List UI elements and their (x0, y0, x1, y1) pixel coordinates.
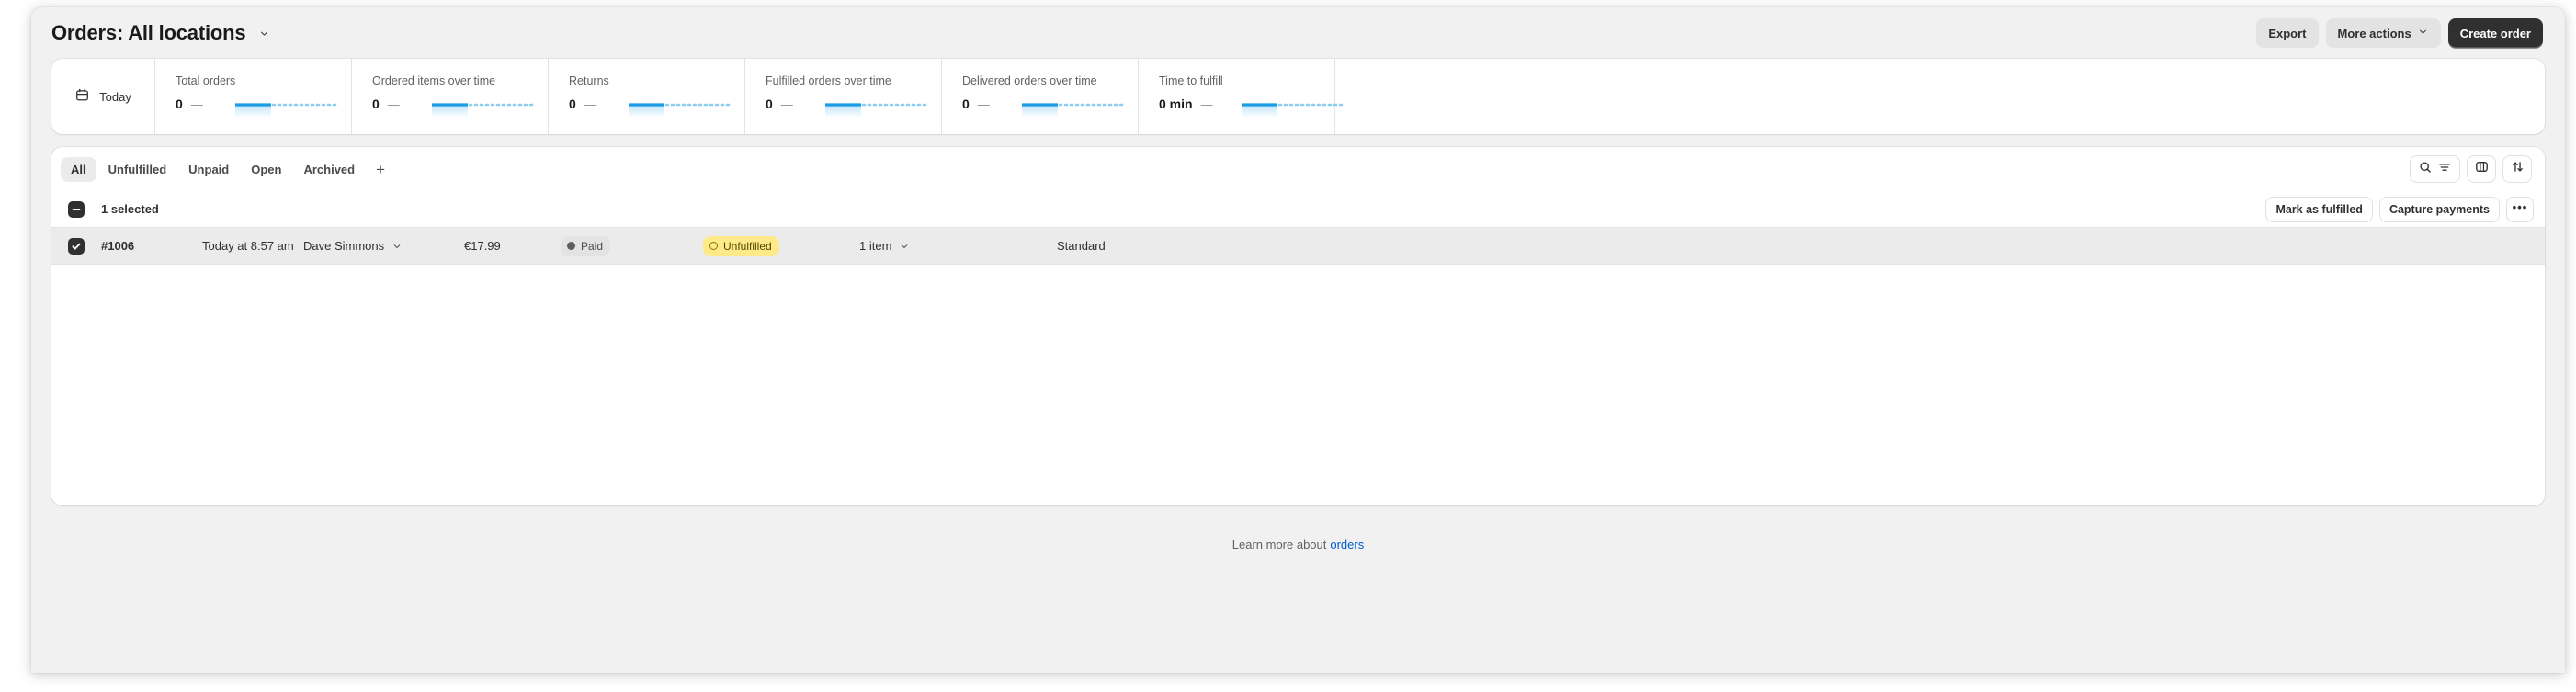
metric-label: Delivered orders over time (962, 74, 1138, 88)
search-icon (2418, 160, 2433, 179)
metric-delivered-orders-over-time[interactable]: Delivered orders over time 0 — (941, 59, 1138, 134)
edit-columns-button[interactable] (2467, 155, 2496, 183)
export-button[interactable]: Export (2256, 18, 2318, 48)
sort-button[interactable] (2502, 155, 2532, 183)
tab-archived[interactable]: Archived (293, 157, 365, 182)
cell-delivery-method: Standard (1057, 239, 2528, 253)
metric-value: 0 (962, 96, 970, 111)
metric-value: 0 min (1159, 96, 1193, 111)
cell-customer: Dave Simmons (303, 239, 464, 253)
bulk-actions-right: Mark as fulfilled Capture payments ••• (2265, 197, 2534, 222)
date-range-label: Today (99, 90, 131, 104)
sparkline-chart (1022, 97, 1125, 118)
tab-unpaid[interactable]: Unpaid (178, 157, 239, 182)
row-checkbox-cell (68, 238, 101, 255)
sparkline-chart (432, 97, 535, 118)
fulfillment-status-label: Unfulfilled (723, 238, 772, 255)
tabs-row: All Unfulfilled Unpaid Open Archived + (51, 147, 2545, 191)
metric-delta: — (978, 98, 990, 110)
chevron-down-icon[interactable] (254, 23, 274, 43)
metric-delta: — (388, 98, 400, 110)
tab-unfulfilled[interactable]: Unfulfilled (98, 157, 177, 182)
table-row[interactable]: #1006 Today at 8:57 am Dave Simmons €17.… (51, 228, 2545, 265)
cell-payment-status: Paid (561, 236, 703, 256)
metric-delta: — (584, 98, 596, 110)
more-actions-label: More actions (2338, 27, 2411, 40)
status-badge-payment: Paid (561, 236, 610, 256)
page-title: Orders: All locations (51, 21, 245, 45)
metric-label: Ordered items over time (372, 74, 548, 88)
metric-value: 0 (766, 96, 773, 111)
view-tabs: All Unfulfilled Unpaid Open Archived + (61, 156, 394, 182)
metric-label: Fulfilled orders over time (766, 74, 941, 88)
metric-time-to-fulfill[interactable]: Time to fulfill 0 min — (1138, 59, 1334, 134)
metric-value: 0 (569, 96, 576, 111)
page-header: Orders: All locations Export More action… (31, 7, 2565, 59)
sparkline-chart (235, 97, 338, 118)
header-actions: Export More actions Create order (2256, 18, 2543, 48)
table-empty-area (51, 265, 2545, 505)
page-title-location: All locations (128, 21, 245, 44)
tab-all[interactable]: All (61, 157, 96, 182)
metrics-card: Today Total orders 0 — Ordered items ove… (51, 59, 2545, 134)
metric-label: Time to fulfill (1159, 74, 1334, 88)
status-dot-icon (567, 242, 575, 250)
bulk-actions-left: 1 selected (68, 201, 159, 218)
mark-as-fulfilled-button[interactable]: Mark as fulfilled (2265, 197, 2372, 222)
metric-value: 0 (176, 96, 183, 111)
cell-fulfillment-status: Unfulfilled (703, 236, 859, 256)
calendar-icon (74, 87, 90, 106)
status-badge-fulfillment: Unfulfilled (703, 236, 779, 256)
metric-label: Returns (569, 74, 744, 88)
footer: Learn more about orders (31, 505, 2565, 583)
create-order-button[interactable]: Create order (2448, 18, 2543, 48)
columns-icon (2474, 159, 2490, 179)
metric-delta: — (191, 98, 203, 110)
filter-icon (2437, 160, 2452, 179)
bulk-actions-bar: 1 selected Mark as fulfilled Capture pay… (51, 191, 2545, 228)
search-and-filter-button[interactable] (2410, 155, 2460, 183)
chevron-down-icon[interactable] (899, 241, 910, 252)
add-view-button[interactable]: + (367, 156, 394, 182)
items-count-label: 1 item (859, 239, 891, 253)
cell-order-total: €17.99 (464, 239, 561, 253)
browser-window: Orders: All locations Export More action… (31, 7, 2565, 673)
payment-status-label: Paid (581, 238, 603, 255)
metric-total-orders[interactable]: Total orders 0 — (154, 59, 351, 134)
orders-help-link[interactable]: orders (1330, 538, 1364, 551)
orders-index-card: All Unfulfilled Unpaid Open Archived + (51, 147, 2545, 505)
tab-open[interactable]: Open (241, 157, 291, 182)
sparkline-chart (825, 97, 928, 118)
metric-ordered-items-over-time[interactable]: Ordered items over time 0 — (351, 59, 548, 134)
metric-returns[interactable]: Returns 0 — (548, 59, 744, 134)
metrics-empty-space (1334, 59, 2545, 134)
sort-arrows-icon (2510, 159, 2525, 179)
metric-value: 0 (372, 96, 380, 111)
page-title-prefix: Orders: (51, 21, 123, 44)
customer-name: Dave Simmons (303, 239, 384, 253)
chevron-down-icon[interactable] (392, 241, 403, 252)
metric-delta: — (781, 98, 793, 110)
footer-text: Learn more about (1232, 538, 1327, 551)
metric-label: Total orders (176, 74, 351, 88)
cell-items: 1 item (859, 239, 1057, 253)
table-tools (2410, 155, 2532, 183)
more-bulk-actions-button[interactable]: ••• (2506, 197, 2534, 222)
cell-order-number: #1006 (101, 239, 202, 253)
sparkline-chart (1242, 97, 1345, 118)
metric-fulfilled-orders-over-time[interactable]: Fulfilled orders over time 0 — (744, 59, 941, 134)
date-range-selector[interactable]: Today (51, 59, 154, 134)
selected-count-label: 1 selected (101, 202, 159, 216)
status-dot-icon (709, 242, 718, 250)
row-select-checkbox[interactable] (68, 238, 85, 255)
cell-order-date: Today at 8:57 am (202, 239, 303, 253)
title-group: Orders: All locations (42, 21, 274, 45)
capture-payments-button[interactable]: Capture payments (2379, 197, 2500, 222)
metric-delta: — (1201, 98, 1213, 110)
sparkline-chart (629, 97, 732, 118)
more-actions-button[interactable]: More actions (2326, 18, 2441, 48)
chevron-down-icon (2417, 26, 2429, 40)
select-all-checkbox[interactable] (68, 201, 85, 218)
